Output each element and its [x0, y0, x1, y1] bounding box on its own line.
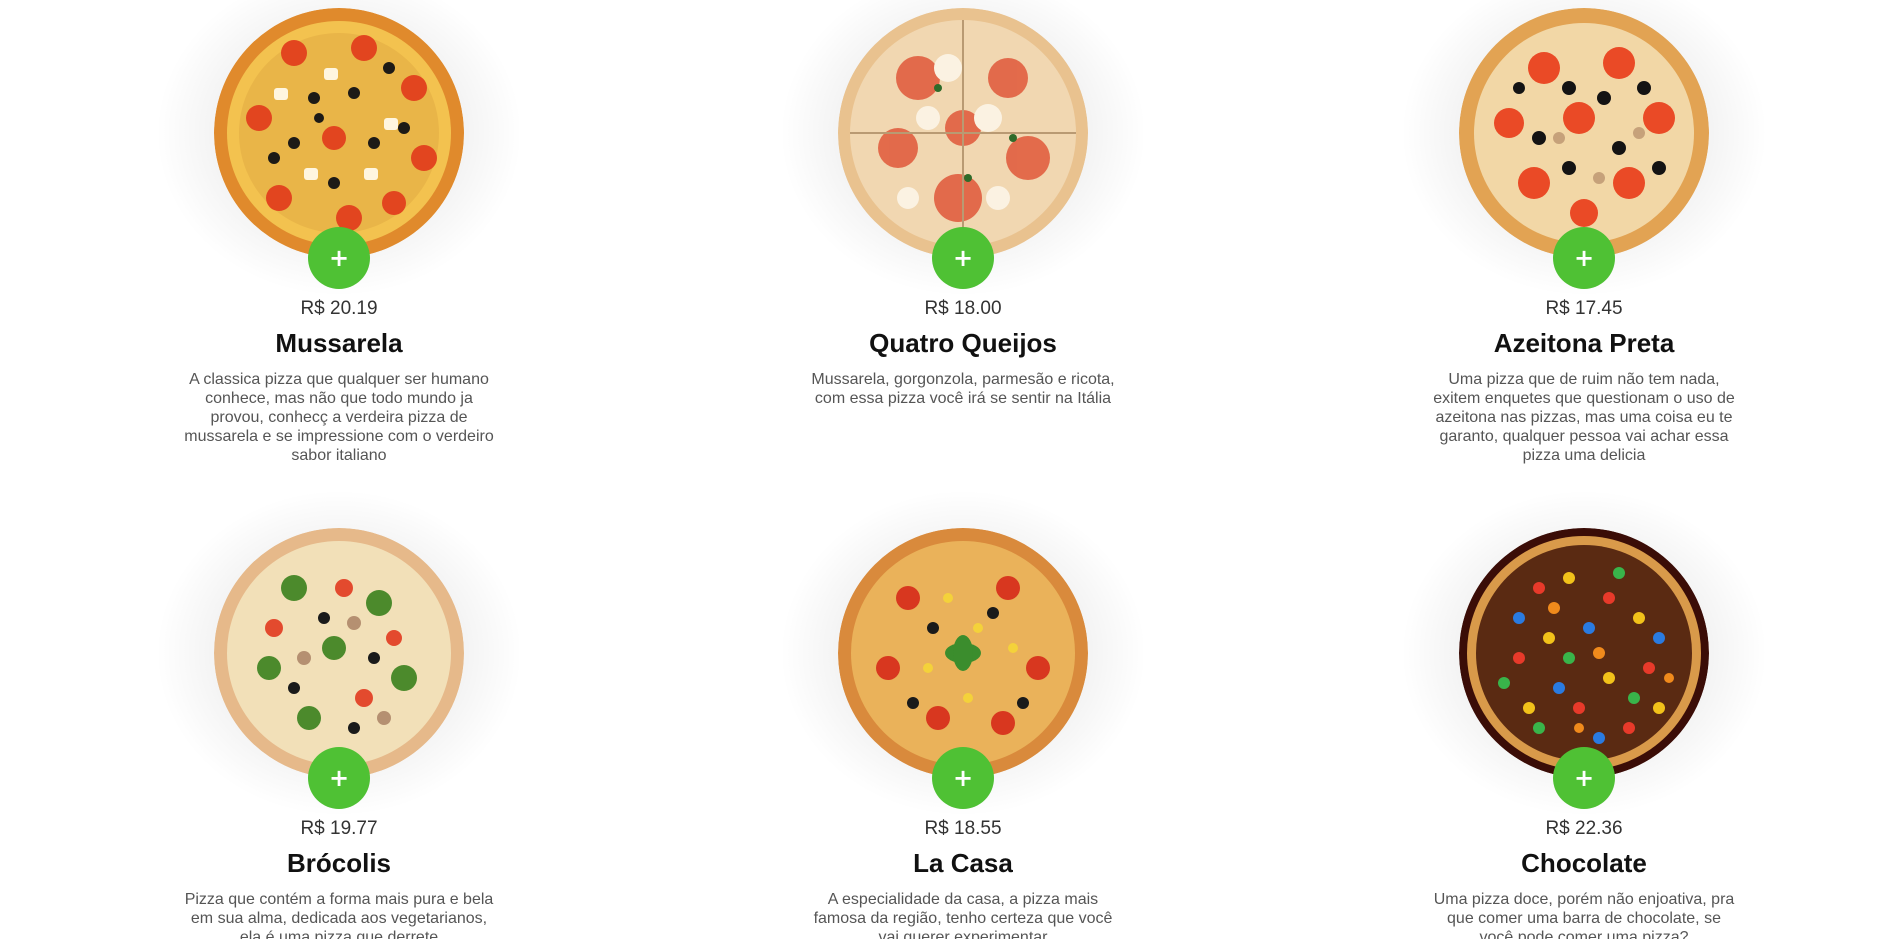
pizza-card-chocolate: + R$ 22.36 Chocolate Uma pizza doce, por…	[1399, 488, 1769, 939]
add-to-cart-button[interactable]: +	[308, 747, 370, 809]
pizza-image-quatro-queijos	[838, 8, 1088, 258]
pizza-price: R$ 18.55	[924, 818, 1002, 839]
pizza-name: La Casa	[913, 848, 1013, 878]
pizza-menu-grid: + R$ 20.19 Mussarela A classica pizza qu…	[0, 0, 1897, 939]
add-to-cart-button[interactable]: +	[308, 227, 370, 289]
add-to-cart-button[interactable]: +	[1553, 747, 1615, 809]
pizza-price: R$ 18.00	[924, 298, 1002, 319]
pizza-image-wrap: +	[1399, 0, 1769, 298]
pizza-image-wrap: +	[154, 488, 524, 818]
pizza-image-wrap: +	[778, 0, 1148, 298]
add-to-cart-button[interactable]: +	[932, 747, 994, 809]
pizza-name: Quatro Queijos	[869, 328, 1057, 358]
pizza-price: R$ 17.45	[1545, 298, 1623, 319]
pizza-card-mussarela: + R$ 20.19 Mussarela A classica pizza qu…	[154, 0, 524, 465]
pizza-description: Mussarela, gorgonzola, parmesão e ricota…	[811, 371, 1115, 407]
pizza-price: R$ 20.19	[300, 298, 378, 319]
add-to-cart-button[interactable]: +	[932, 227, 994, 289]
pizza-price: R$ 22.36	[1545, 818, 1623, 839]
pizza-name: Brócolis	[286, 848, 392, 878]
pizza-image-la-casa	[838, 528, 1088, 778]
pizza-image-brocolis	[214, 528, 464, 778]
pizza-image-wrap: +	[778, 488, 1148, 818]
pizza-price: R$ 19.77	[300, 818, 378, 839]
pizza-image-mussarela	[214, 8, 464, 258]
pizza-image-chocolate	[1459, 528, 1709, 778]
pizza-name: Mussarela	[275, 328, 403, 358]
pizza-image-wrap: +	[1399, 488, 1769, 818]
pizza-description: A classica pizza que qualquer ser humano…	[184, 371, 494, 464]
pizza-name: Chocolate	[1521, 848, 1647, 878]
pizza-card-quatro-queijos: + R$ 18.00 Quatro Queijos Mussarela, gor…	[778, 0, 1148, 408]
add-to-cart-button[interactable]: +	[1553, 227, 1615, 289]
pizza-image-azeitona-preta	[1459, 8, 1709, 258]
pizza-description: Uma pizza que de ruim não tem nada, exit…	[1433, 371, 1735, 464]
pizza-image-wrap: +	[154, 0, 524, 298]
pizza-card-la-casa: + R$ 18.55 La Casa A especialidade da ca…	[778, 488, 1148, 939]
pizza-description: Uma pizza doce, porém não enjoativa, pra…	[1433, 891, 1735, 939]
pizza-card-azeitona-preta: + R$ 17.45 Azeitona Preta Uma pizza que …	[1399, 0, 1769, 465]
pizza-description: A especialidade da casa, a pizza mais fa…	[813, 891, 1113, 939]
pizza-name: Azeitona Preta	[1493, 328, 1675, 358]
pizza-description: Pizza que contém a forma mais pura e bel…	[184, 891, 494, 939]
pizza-card-brocolis: + R$ 19.77 Brócolis Pizza que contém a f…	[154, 488, 524, 939]
